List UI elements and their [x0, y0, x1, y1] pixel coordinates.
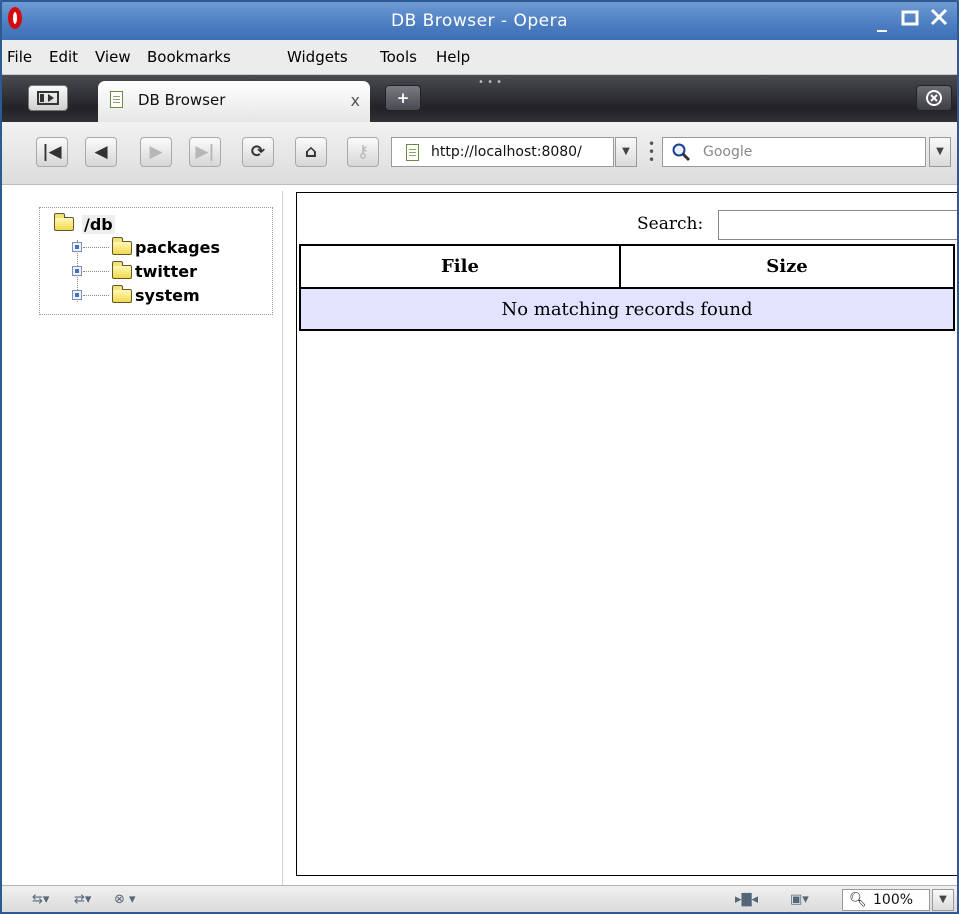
tree-item-system[interactable]: system — [135, 286, 200, 305]
zoom-control[interactable]: 🔍︎ 100% — [842, 889, 930, 911]
panels-icon[interactable]: ▸▇◂ — [735, 892, 758, 907]
menu-edit[interactable]: Edit — [49, 48, 78, 66]
menu-bookmarks[interactable]: Bookmarks — [147, 48, 231, 66]
tab-close-icon[interactable]: x — [351, 91, 360, 110]
search-icon — [672, 143, 691, 162]
search-dropdown-icon[interactable]: ▼ — [929, 137, 951, 167]
page-content: /db packages twitter system Search: File… — [2, 185, 957, 885]
new-tab-button[interactable]: + — [385, 85, 421, 111]
menu-tools[interactable]: Tools — [380, 48, 417, 66]
navigation-toolbar: |◀ ◀ ▶ ▶| ⟳ ⌂ ⚷ http://localhost:8080/ ▼… — [2, 122, 957, 185]
tree-root[interactable]: /db — [82, 215, 115, 234]
expand-icon[interactable] — [72, 266, 82, 276]
zoom-dropdown-icon[interactable]: ▼ — [932, 889, 954, 911]
page-icon — [110, 91, 123, 108]
browser-window: DB Browser - Opera _ File Edit View Book… — [0, 0, 959, 914]
column-header-file[interactable]: File — [299, 244, 621, 289]
folder-icon — [112, 261, 132, 279]
toolbar-separator-grip[interactable]: • • • — [648, 138, 655, 166]
window-title: DB Browser - Opera — [390, 11, 569, 31]
expand-icon[interactable] — [72, 242, 82, 252]
security-key-icon[interactable]: ⚷ — [347, 137, 379, 167]
expand-icon[interactable] — [72, 290, 82, 300]
file-list-frame: Search: File Size No matching records fo… — [296, 192, 957, 876]
sync-icon[interactable]: ⇄▾ — [74, 892, 91, 907]
empty-table-message: No matching records found — [299, 287, 955, 331]
close-icon[interactable] — [929, 7, 949, 32]
menu-file[interactable]: File — [7, 48, 32, 66]
menu-bar: File Edit View Bookmarks Widgets Tools H… — [2, 40, 957, 75]
table-search-input[interactable] — [718, 210, 957, 240]
back-icon[interactable]: ◀ — [85, 137, 117, 167]
address-bar[interactable]: http://localhost:8080/ — [391, 137, 614, 167]
status-bar: ⇆▾ ⇄▾ ⊗ ▾ ▸▇◂ ▣▾ 🔍︎ 100% ▼ — [2, 885, 957, 912]
home-icon[interactable]: ⌂ — [295, 137, 327, 167]
folder-open-icon — [54, 213, 74, 231]
column-header-size[interactable]: Size — [619, 244, 955, 289]
speed-dial-icon[interactable]: ⊗ ▾ — [114, 892, 136, 907]
maximize-icon[interactable] — [901, 7, 919, 31]
page-icon — [406, 144, 419, 161]
search-field[interactable]: Google — [662, 137, 926, 167]
table-row: No matching records found — [299, 287, 955, 331]
tab-grip-icon[interactable]: • • • — [478, 77, 502, 88]
forward-icon[interactable]: ▶ — [140, 137, 172, 167]
rewind-icon[interactable]: |◀ — [36, 137, 68, 167]
tree-item-packages[interactable]: packages — [135, 238, 220, 257]
tree-connector — [83, 247, 109, 248]
search-engine-placeholder: Google — [703, 144, 753, 160]
address-dropdown-icon[interactable]: ▼ — [615, 137, 637, 167]
transfer-icon[interactable]: ⇆▾ — [32, 892, 49, 907]
image-toggle-icon[interactable]: ▣▾ — [790, 892, 809, 907]
trash-closed-tabs-icon[interactable] — [916, 85, 952, 111]
folder-icon — [112, 285, 132, 303]
table-header-row: File Size — [299, 244, 955, 289]
reload-icon[interactable]: ⟳ — [242, 137, 274, 167]
tab-bar: DB Browser x + • • • — [2, 75, 957, 122]
menu-widgets[interactable]: Widgets — [287, 48, 348, 66]
tab-label: DB Browser — [138, 91, 226, 109]
zoom-magnifier-icon: 🔍︎ — [849, 892, 867, 908]
folder-tree: /db packages twitter system — [39, 207, 273, 315]
file-table: File Size No matching records found — [299, 244, 955, 331]
folder-icon — [112, 237, 132, 255]
menu-view[interactable]: View — [95, 48, 131, 66]
address-text: http://localhost:8080/ — [431, 144, 582, 160]
tree-connector — [83, 295, 109, 296]
menu-help[interactable]: Help — [436, 48, 470, 66]
pane-splitter[interactable] — [282, 191, 283, 885]
tab-db-browser[interactable]: DB Browser x — [98, 81, 370, 122]
fast-forward-icon[interactable]: ▶| — [189, 137, 221, 167]
title-bar[interactable]: DB Browser - Opera _ — [2, 2, 957, 40]
minimize-icon[interactable]: _ — [877, 8, 887, 32]
panel-toggle-icon[interactable] — [28, 85, 68, 111]
tree-connector — [83, 271, 109, 272]
search-label: Search: — [637, 214, 704, 234]
zoom-value: 100% — [873, 892, 914, 908]
tree-item-twitter[interactable]: twitter — [135, 262, 197, 281]
